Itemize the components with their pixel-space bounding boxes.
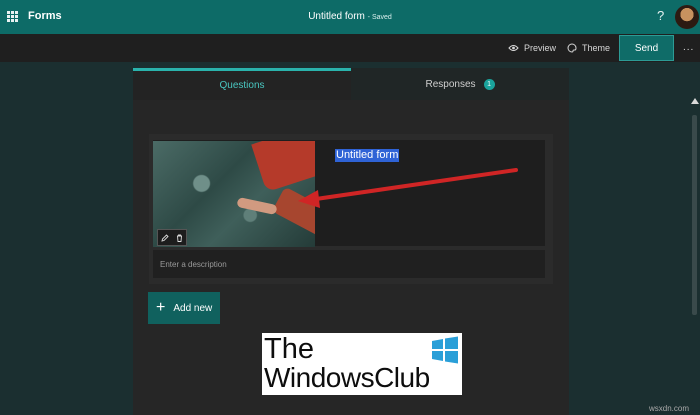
windows-logo-icon	[432, 336, 458, 364]
watermark-line1: The	[264, 333, 314, 365]
site-credit: wsxdn.com	[649, 404, 690, 413]
watermark-logo: The WindowsClub	[262, 333, 462, 395]
watermark-line2: WindowsClub	[264, 362, 430, 393]
